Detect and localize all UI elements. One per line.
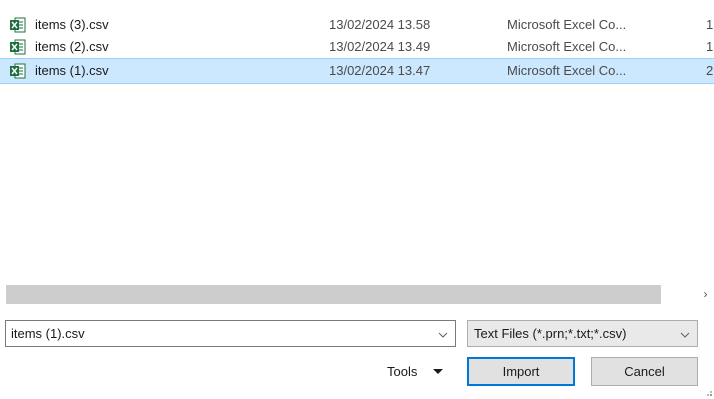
resize-grip-icon[interactable] <box>704 384 712 396</box>
import-button[interactable]: Import <box>467 357 575 386</box>
file-date: 13/02/2024 13.49 <box>329 39 431 54</box>
file-row-items-1[interactable]: items (1).csv 13/02/2024 13.47 Microsoft… <box>0 58 714 84</box>
cancel-button[interactable]: Cancel <box>591 357 698 386</box>
file-row-items-2[interactable]: items (2).csv 13/02/2024 13.49 Microsoft… <box>0 36 714 58</box>
excel-csv-icon <box>10 39 26 55</box>
tools-label: Tools <box>387 364 418 379</box>
filename-value: items (1).csv <box>11 326 85 341</box>
scrollbar-thumb[interactable] <box>6 285 661 304</box>
file-name: items (3).csv <box>35 17 109 32</box>
excel-csv-icon <box>10 63 26 79</box>
file-type: Microsoft Excel Co... <box>507 39 627 54</box>
filetype-value: Text Files (*.prn;*.txt;*.csv) <box>474 326 627 341</box>
tools-button[interactable]: Tools <box>380 358 460 385</box>
horizontal-scrollbar[interactable]: › <box>0 285 714 304</box>
file-date: 13/02/2024 13.58 <box>329 17 431 32</box>
caret-down-icon <box>433 358 443 394</box>
file-size: 1 <box>706 17 714 32</box>
file-type: Microsoft Excel Co... <box>507 63 627 78</box>
file-list: items (3).csv 13/02/2024 13.58 Microsoft… <box>0 14 714 84</box>
file-name: items (2).csv <box>35 39 109 54</box>
chevron-down-icon[interactable] <box>437 321 449 346</box>
filename-input[interactable]: items (1).csv <box>5 320 456 347</box>
scroll-right-arrow[interactable]: › <box>697 285 714 304</box>
file-date: 13/02/2024 13.47 <box>329 63 431 78</box>
file-size: 2 <box>706 63 714 78</box>
file-type: Microsoft Excel Co... <box>507 17 627 32</box>
file-size: 1 <box>706 39 714 54</box>
file-row-items-3[interactable]: items (3).csv 13/02/2024 13.58 Microsoft… <box>0 14 714 36</box>
chevron-down-icon <box>679 321 691 346</box>
file-name: items (1).csv <box>35 63 109 78</box>
excel-csv-icon <box>10 17 26 33</box>
filetype-select[interactable]: Text Files (*.prn;*.txt;*.csv) <box>467 320 698 347</box>
